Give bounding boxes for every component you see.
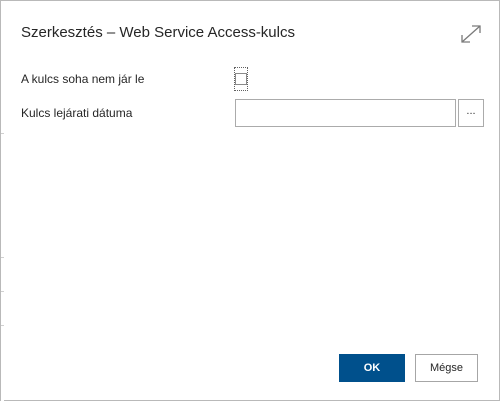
date-lookup-button[interactable]: ... bbox=[458, 99, 484, 127]
edge-divider bbox=[1, 291, 4, 292]
cancel-button[interactable]: Mégse bbox=[415, 354, 478, 382]
edge-divider bbox=[1, 325, 4, 326]
never-expires-checkbox[interactable] bbox=[234, 67, 248, 91]
expand-button[interactable] bbox=[459, 23, 483, 45]
expiry-date-input[interactable] bbox=[235, 99, 456, 127]
expand-diagonal-icon bbox=[461, 25, 481, 43]
edge-divider bbox=[1, 257, 4, 258]
never-expires-label: A kulcs soha nem jár le bbox=[21, 72, 145, 86]
dialog-title: Szerkesztés – Web Service Access-kulcs bbox=[21, 24, 295, 41]
dialog-left-edge bbox=[1, 1, 4, 402]
checkbox-box bbox=[235, 73, 247, 85]
edit-dialog: Szerkesztés – Web Service Access-kulcs A… bbox=[0, 0, 500, 402]
expiry-date-label: Kulcs lejárati dátuma bbox=[21, 106, 133, 120]
ok-button[interactable]: OK bbox=[339, 354, 405, 382]
edge-divider bbox=[1, 133, 4, 134]
